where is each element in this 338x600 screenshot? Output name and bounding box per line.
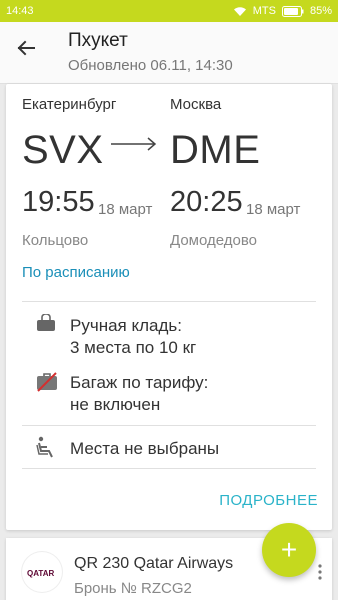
departure-code: SVX <box>22 128 104 172</box>
flight-card[interactable]: Екатеринбург Москва SVX DME 19:55 18 мар… <box>6 84 332 530</box>
airline-logo: QATAR <box>22 552 62 592</box>
svg-text:QATAR: QATAR <box>27 569 54 578</box>
baggage-value: не включен <box>70 395 161 414</box>
hand-luggage-icon <box>37 314 55 331</box>
status-bar: 14:43 MTS 85% <box>0 0 338 22</box>
hand-luggage-title: Ручная кладь: <box>70 316 182 335</box>
status-battery: 85% <box>309 5 332 17</box>
details-button[interactable]: ПОДРОБНЕЕ <box>219 492 318 509</box>
back-arrow-icon <box>17 40 35 56</box>
hand-luggage-value: 3 места по 10 кг <box>70 338 197 357</box>
status-indicators: MTS 85% <box>233 5 332 17</box>
arrival-code: DME <box>170 128 261 172</box>
status-carrier: MTS <box>252 5 276 17</box>
qatar-logo-icon: QATAR <box>27 569 54 578</box>
flight-status-link[interactable]: По расписанию <box>22 264 130 281</box>
arrival-airport: Домодедово <box>170 232 257 249</box>
flight-arrow-icon <box>111 137 157 151</box>
battery-icon <box>281 5 304 17</box>
divider <box>22 301 316 302</box>
plus-icon: + <box>280 534 298 565</box>
departure-date: 18 март <box>98 201 153 218</box>
wifi-icon <box>233 6 247 17</box>
arrival-date: 18 март <box>246 201 301 218</box>
divider <box>22 425 316 426</box>
seats-status: Места не выбраны <box>70 439 220 458</box>
page-subtitle: Обновлено 06.11, 14:30 <box>68 57 233 74</box>
more-vert-icon[interactable] <box>318 564 322 580</box>
departure-time: 19:55 <box>22 186 95 218</box>
baggage-crossed-icon <box>37 372 57 392</box>
departure-airport: Кольцово <box>22 232 89 249</box>
baggage-title: Багаж по тарифу: <box>70 373 209 392</box>
page-title: Пхукет <box>68 30 128 51</box>
add-flight-fab[interactable]: + <box>262 523 316 577</box>
next-flight-number: QR 230 Qatar Airways <box>74 555 234 572</box>
next-flight-booking: Бронь № RZCG2 <box>74 580 192 597</box>
arrival-time: 20:25 <box>170 186 243 218</box>
app-bar: Пхукет Обновлено 06.11, 14:30 <box>0 22 338 84</box>
arrival-city: Москва <box>170 96 222 113</box>
seat-icon <box>36 436 53 458</box>
status-time: 14:43 <box>6 5 34 17</box>
back-button[interactable] <box>14 36 38 60</box>
departure-city: Екатеринбург <box>22 96 117 113</box>
divider <box>22 468 316 469</box>
